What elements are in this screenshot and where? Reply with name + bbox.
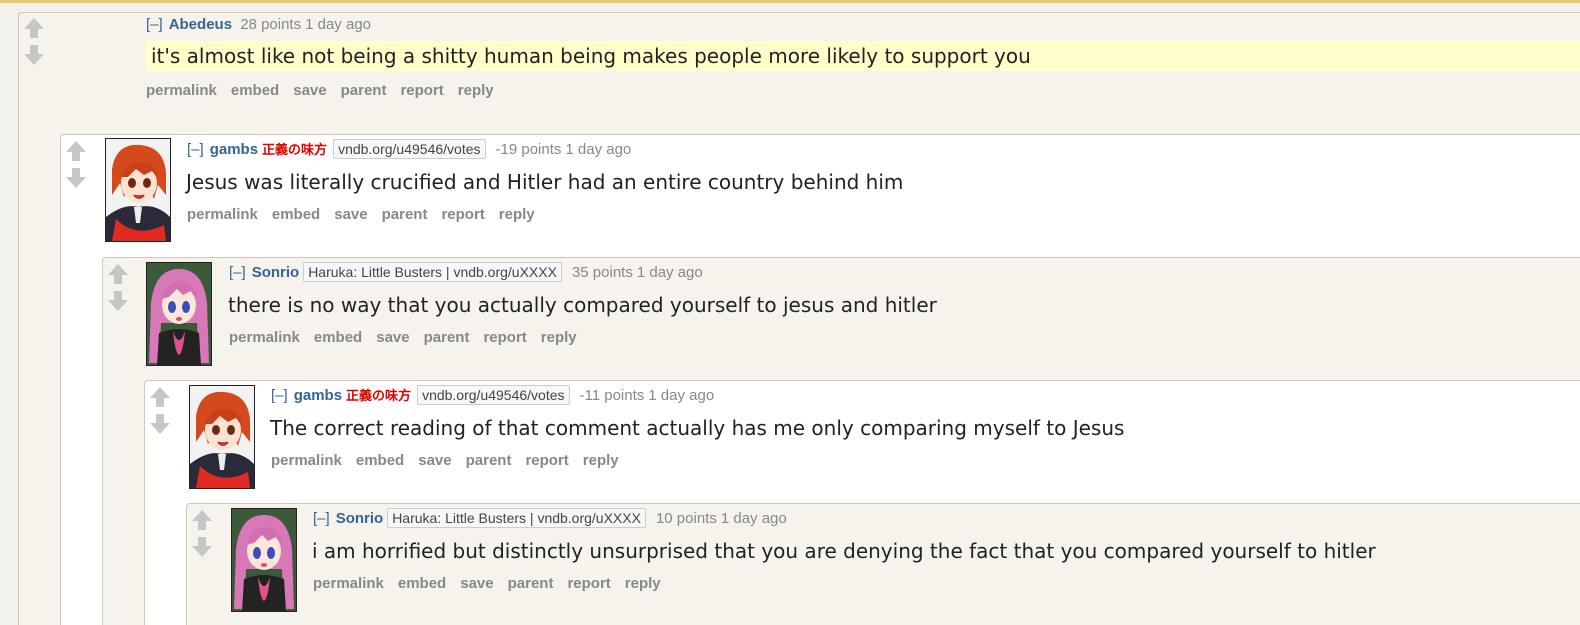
report-button[interactable]: report — [441, 206, 484, 223]
downvote-arrow-icon[interactable] — [22, 44, 46, 66]
parent-button[interactable]: parent — [424, 329, 470, 346]
user-flair: vndb.org/u49546/votes — [333, 139, 486, 159]
embed-button[interactable]: embed — [356, 452, 404, 469]
timestamp: 1 day ago — [305, 16, 371, 33]
embed-button[interactable]: embed — [398, 575, 446, 592]
comment-actions: permalink embed save parent report reply — [271, 452, 633, 469]
reply-button[interactable]: reply — [625, 575, 661, 592]
user-flair: vndb.org/u49546/votes — [417, 385, 570, 405]
score-text: -19 points — [495, 141, 562, 158]
user-flair: Haruka: Little Busters | vndb.org/uXXXX — [387, 508, 646, 528]
downvote-arrow-icon[interactable] — [106, 290, 130, 312]
comment-tagline: [–] gambs 正義の味方 vndb.org/u49546/votes -11 po… — [271, 385, 714, 406]
score-text: 10 points — [655, 510, 717, 527]
comment-tagline: [–] Abedeus 28 points 1 day ago — [146, 15, 371, 35]
save-button[interactable]: save — [418, 452, 451, 469]
parent-button[interactable]: parent — [382, 206, 428, 223]
author-link[interactable]: gambs — [294, 387, 342, 404]
comment-body: The correct reading of that comment actu… — [270, 416, 1125, 440]
comment-sonrio-2: [–] Sonrio Haruka: Little Busters | vndb.o… — [186, 503, 1580, 625]
user-badge: 正義の味方 — [346, 388, 412, 403]
comment-actions: permalink embed save parent report reply — [187, 206, 549, 223]
comment-body: there is no way that you actually compar… — [228, 293, 937, 317]
user-flair: Haruka: Little Busters | vndb.org/uXXXX — [303, 262, 562, 282]
score-text: 28 points — [240, 16, 302, 33]
parent-button[interactable]: parent — [466, 452, 512, 469]
timestamp: 1 day ago — [565, 141, 632, 158]
report-button[interactable]: report — [483, 329, 526, 346]
upvote-arrow-icon[interactable] — [64, 140, 88, 162]
author-link[interactable]: Abedeus — [169, 16, 232, 33]
comment-tagline: [–] Sonrio Haruka: Little Busters | vndb.o… — [229, 262, 703, 283]
save-button[interactable]: save — [293, 82, 326, 99]
permalink-button[interactable]: permalink — [146, 82, 217, 99]
save-button[interactable]: save — [460, 575, 493, 592]
comment-tagline: [–] gambs 正義の味方 vndb.org/u49546/votes -19 po… — [187, 139, 631, 160]
parent-button[interactable]: parent — [341, 82, 387, 99]
comment-body: i am horrified but distinctly unsurprise… — [312, 539, 1376, 563]
upvote-arrow-icon[interactable] — [148, 386, 172, 408]
avatar[interactable] — [231, 508, 297, 612]
comment-actions: permalink embed save parent report reply — [229, 329, 591, 346]
parent-button[interactable]: parent — [508, 575, 554, 592]
comment-tagline: [–] Sonrio Haruka: Little Busters | vndb.o… — [313, 508, 787, 529]
comment-actions: permalink embed save parent report reply — [313, 575, 675, 592]
timestamp: 1 day ago — [720, 510, 787, 527]
collapse-toggle[interactable]: [–] — [229, 264, 246, 281]
upvote-arrow-icon[interactable] — [22, 17, 46, 39]
save-button[interactable]: save — [376, 329, 409, 346]
author-link[interactable]: Sonrio — [252, 264, 300, 281]
embed-button[interactable]: embed — [272, 206, 320, 223]
reply-button[interactable]: reply — [583, 452, 619, 469]
collapse-toggle[interactable]: [–] — [146, 16, 163, 33]
permalink-button[interactable]: permalink — [187, 206, 258, 223]
comment-actions: permalink embed save parent report reply — [146, 82, 508, 99]
reply-button[interactable]: reply — [541, 329, 577, 346]
author-link[interactable]: gambs — [210, 141, 258, 158]
comment-body: Jesus was literally crucified and Hitler… — [186, 170, 904, 194]
user-badge: 正義の味方 — [262, 142, 328, 157]
avatar[interactable] — [189, 385, 255, 489]
downvote-arrow-icon[interactable] — [190, 536, 214, 558]
comment-body: it's almost like not being a shitty huma… — [146, 41, 1580, 71]
permalink-button[interactable]: permalink — [313, 575, 384, 592]
reply-button[interactable]: reply — [458, 82, 494, 99]
collapse-toggle[interactable]: [–] — [313, 510, 330, 527]
timestamp: 1 day ago — [648, 387, 715, 404]
downvote-arrow-icon[interactable] — [64, 167, 88, 189]
permalink-button[interactable]: permalink — [271, 452, 342, 469]
embed-button[interactable]: embed — [231, 82, 279, 99]
save-button[interactable]: save — [334, 206, 367, 223]
collapse-toggle[interactable]: [–] — [271, 387, 288, 404]
permalink-button[interactable]: permalink — [229, 329, 300, 346]
report-button[interactable]: report — [567, 575, 610, 592]
collapse-toggle[interactable]: [–] — [187, 141, 204, 158]
avatar[interactable] — [105, 138, 171, 242]
report-button[interactable]: report — [400, 82, 443, 99]
embed-button[interactable]: embed — [314, 329, 362, 346]
report-button[interactable]: report — [525, 452, 568, 469]
upvote-arrow-icon[interactable] — [106, 263, 130, 285]
score-text: -11 points — [579, 387, 645, 404]
timestamp: 1 day ago — [636, 264, 703, 281]
avatar[interactable] — [146, 262, 212, 366]
downvote-arrow-icon[interactable] — [148, 413, 172, 435]
score-text: 35 points — [571, 264, 633, 281]
upvote-arrow-icon[interactable] — [190, 509, 214, 531]
reply-button[interactable]: reply — [499, 206, 535, 223]
author-link[interactable]: Sonrio — [336, 510, 384, 527]
